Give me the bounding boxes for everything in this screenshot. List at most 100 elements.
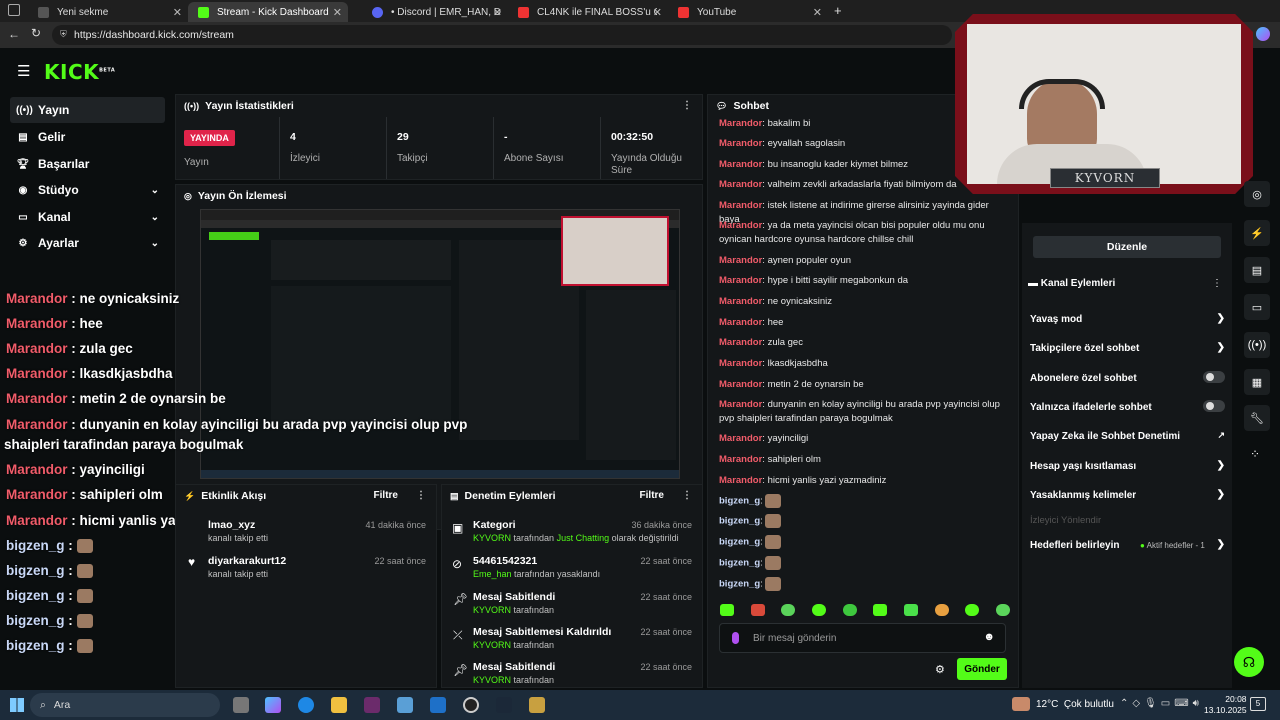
- layout-icon[interactable]: ▦: [1244, 369, 1270, 395]
- tab-youtube-video[interactable]: CL4NK ile FİNAL BOSS'u Gören B ✕: [508, 2, 668, 22]
- chat-username[interactable]: Marandor: [719, 358, 762, 369]
- site-info-icon[interactable]: ⛨: [60, 29, 67, 40]
- tab-kick-dashboard[interactable]: Stream - Kick Dashboard ✕: [188, 2, 348, 22]
- chat-settings-icon[interactable]: ⚙: [935, 663, 945, 676]
- weather-icon[interactable]: [1012, 697, 1030, 711]
- chat-username[interactable]: bigzen_g: [719, 558, 760, 569]
- emote-icon[interactable]: [995, 604, 1010, 616]
- chat-username[interactable]: Marandor: [719, 454, 762, 465]
- emote-icon[interactable]: [965, 604, 980, 616]
- chat-bubble-icon[interactable]: ▭: [1244, 294, 1270, 320]
- tab-youtube[interactable]: YouTube ✕: [668, 2, 828, 22]
- chat-username[interactable]: bigzen_g: [719, 496, 760, 507]
- chat-username[interactable]: Marandor: [719, 379, 762, 390]
- action-followers-only[interactable]: Takipçilere özel sohbet ❯: [1030, 342, 1225, 354]
- edge-icon[interactable]: [298, 697, 314, 713]
- copilot-icon[interactable]: [265, 697, 281, 713]
- camera-icon[interactable]: ◎: [1244, 181, 1270, 207]
- edit-button[interactable]: Düzenle: [1033, 236, 1221, 258]
- chat-message[interactable]: Marandor: metin 2 de oynarsin be: [719, 378, 1009, 392]
- microphone-icon[interactable]: [732, 632, 739, 644]
- more-options-icon[interactable]: ⋮: [416, 490, 426, 501]
- chat-message[interactable]: Marandor: lkasdkjasbdha: [719, 357, 1009, 371]
- sidebar-item-gelir[interactable]: ▤ Gelir: [10, 124, 165, 150]
- steam-icon[interactable]: [496, 697, 512, 713]
- file-explorer-icon[interactable]: [331, 697, 347, 713]
- event-name[interactable]: lmao_xyz: [208, 519, 255, 531]
- emote-icon[interactable]: [934, 604, 949, 616]
- action-account-age[interactable]: Hesap yaşı kısıtlaması ❯: [1030, 460, 1225, 472]
- chat-message[interactable]: bigzen_g:: [719, 577, 1009, 591]
- chat-message[interactable]: Marandor: hee: [719, 316, 1009, 330]
- app-icon[interactable]: [364, 697, 380, 713]
- chat-username[interactable]: Marandor: [719, 433, 762, 444]
- chat-username[interactable]: Marandor: [719, 179, 762, 190]
- chat-message[interactable]: Marandor: ne oynicaksiniz: [719, 295, 1009, 309]
- stream-preview-video[interactable]: [200, 209, 680, 479]
- chat-message[interactable]: Marandor: dunyanin en kolay ayinciligi b…: [719, 398, 1009, 425]
- more-options-icon[interactable]: ⋮: [682, 100, 692, 111]
- tab-new-tab[interactable]: Yeni sekme ✕: [28, 2, 188, 22]
- emote-icon[interactable]: [750, 604, 765, 616]
- back-icon[interactable]: ←: [8, 27, 20, 41]
- emoji-icon[interactable]: ☻: [983, 631, 995, 643]
- chat-username[interactable]: Marandor: [719, 220, 762, 231]
- sidebar-item-kanal[interactable]: ▭ Kanal ⌄: [10, 204, 165, 230]
- menu-icon[interactable]: ☰: [17, 62, 30, 80]
- close-icon[interactable]: ✕: [653, 6, 662, 19]
- chat-message[interactable]: Marandor: hype i bitti sayilir megabonku…: [719, 274, 1009, 288]
- clock[interactable]: 20:08 13.10.2025: [1204, 694, 1247, 716]
- help-icon[interactable]: ☊: [1234, 647, 1264, 677]
- chat-username[interactable]: Marandor: [719, 255, 762, 266]
- event-name[interactable]: diyarkarakurt12: [208, 555, 286, 567]
- action-slow-mode[interactable]: Yavaş mod ❯: [1030, 313, 1225, 325]
- close-icon[interactable]: ✕: [173, 6, 182, 19]
- emote-icon[interactable]: [720, 604, 734, 616]
- chat-username[interactable]: Marandor: [719, 317, 762, 328]
- filter-button[interactable]: Filtre: [374, 490, 398, 501]
- chat-input[interactable]: Bir mesaj gönderin ☻: [719, 623, 1006, 653]
- wrench-icon[interactable]: 🔧︎: [1244, 405, 1270, 431]
- broadcast-icon[interactable]: ((•)): [1244, 332, 1270, 358]
- close-icon[interactable]: ✕: [813, 6, 822, 19]
- chat-message[interactable]: Marandor: hicmi yanlis yazi yazmadiniz: [719, 474, 1009, 488]
- url-input[interactable]: ⛨ https://dashboard.kick.com/stream: [52, 25, 952, 45]
- chat-message[interactable]: bigzen_g:: [719, 494, 1009, 508]
- game-icon[interactable]: [529, 697, 545, 713]
- chat-username[interactable]: Marandor: [719, 275, 762, 286]
- tab-discord[interactable]: • Discord | EMR_HAN, Davşa ✕: [348, 2, 508, 22]
- chat-message[interactable]: bigzen_g:: [719, 535, 1009, 549]
- chat-message[interactable]: Marandor: zula gec: [719, 336, 1009, 350]
- new-tab-button[interactable]: +: [834, 3, 842, 18]
- send-button[interactable]: Gönder: [957, 658, 1007, 680]
- chat-username[interactable]: Marandor: [719, 200, 762, 211]
- emote-icon[interactable]: [903, 604, 918, 616]
- copilot-icon[interactable]: [1256, 27, 1270, 41]
- apps-icon[interactable]: ⁘: [1250, 447, 1260, 461]
- obs-icon[interactable]: [463, 697, 479, 713]
- sidebar-item-ayarlar[interactable]: ⚙ Ayarlar ⌄: [10, 230, 165, 256]
- action-banned-words[interactable]: Yasaklanmış kelimeler ❯: [1030, 489, 1225, 501]
- close-icon[interactable]: ✕: [493, 6, 502, 19]
- chat-message[interactable]: Marandor: ya da meta yayincisi olcan bis…: [719, 219, 1009, 246]
- task-view-icon[interactable]: [233, 697, 249, 713]
- store-icon[interactable]: [397, 697, 413, 713]
- action-goals[interactable]: Hedefleri belirleyin ● Aktif hedefler - 1…: [1030, 539, 1225, 551]
- sidebar-item-yayin[interactable]: ((•)) Yayın: [10, 97, 165, 123]
- emotes-only-toggle[interactable]: [1203, 400, 1225, 412]
- document-icon[interactable]: ▤: [1244, 257, 1270, 283]
- chat-username[interactable]: Marandor: [719, 159, 762, 170]
- chat-username[interactable]: bigzen_g: [719, 516, 760, 527]
- action-ai-moderation[interactable]: Yapay Zeka ile Sohbet Denetimi ↗: [1030, 430, 1225, 442]
- chat-username[interactable]: Marandor: [719, 138, 762, 149]
- chat-username[interactable]: Marandor: [719, 399, 762, 410]
- lightning-icon[interactable]: ⚡: [1244, 220, 1270, 246]
- weather-text[interactable]: 12°C Çok bulutlu: [1036, 699, 1114, 710]
- more-options-icon[interactable]: ⋮: [1212, 278, 1222, 289]
- sidebar-item-basarilar[interactable]: 🏆︎ Başarılar: [10, 151, 165, 177]
- chat-username[interactable]: bigzen_g: [719, 579, 760, 590]
- sidebar-item-studyo[interactable]: ◉ Stüdyo ⌄: [10, 177, 165, 203]
- kick-logo[interactable]: KICKBETA: [44, 60, 115, 84]
- emote-icon[interactable]: [873, 604, 888, 616]
- notification-badge[interactable]: 5: [1250, 697, 1266, 711]
